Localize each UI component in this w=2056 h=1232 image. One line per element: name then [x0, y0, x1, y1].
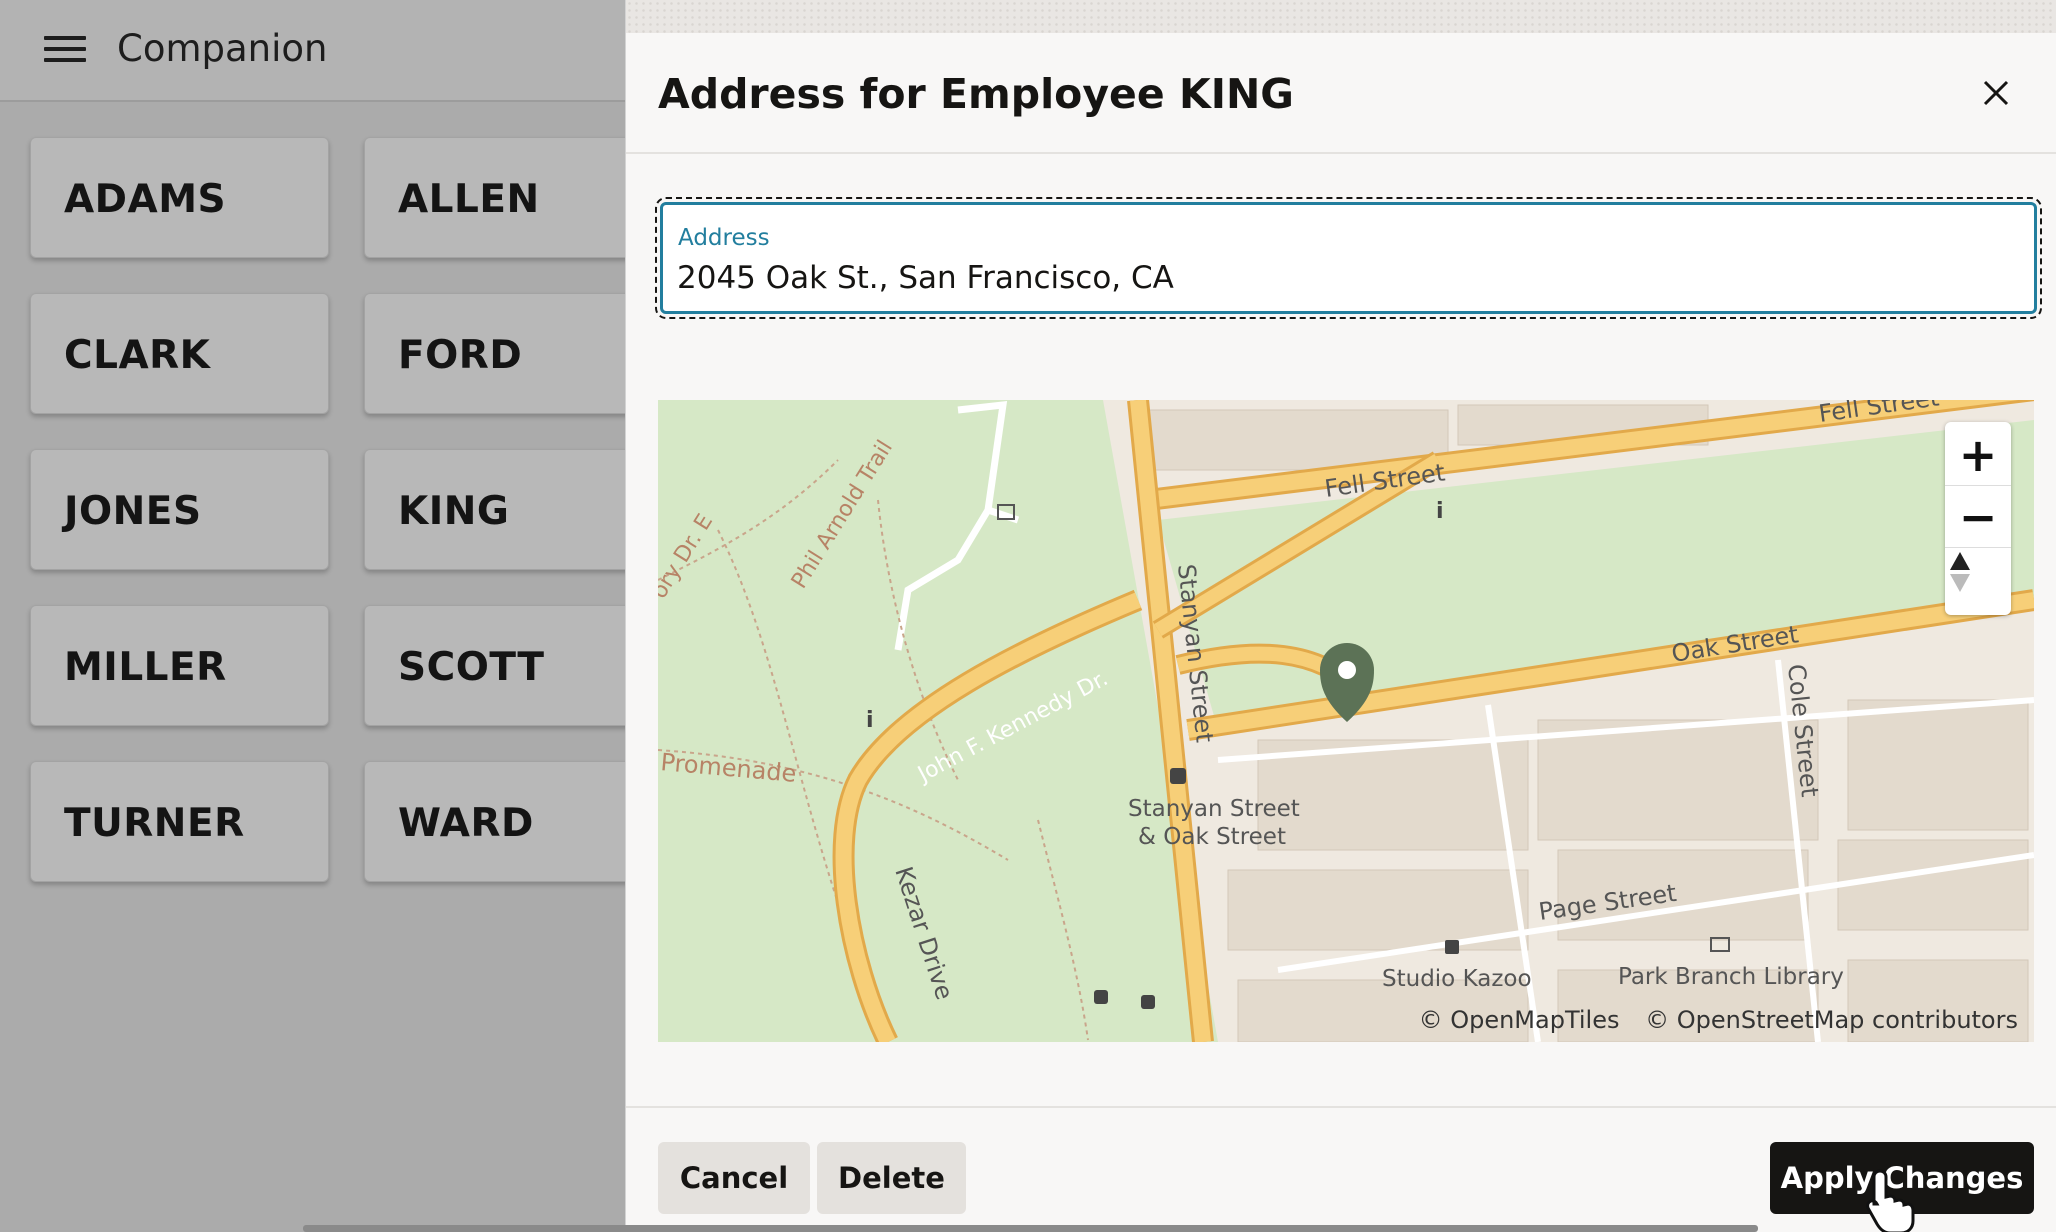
compass-icon[interactable] — [1945, 550, 2011, 612]
close-icon[interactable] — [1971, 68, 2021, 118]
employee-name: JONES — [64, 489, 202, 534]
info-icon: i — [1436, 499, 1444, 524]
address-field[interactable]: Address — [655, 197, 2042, 319]
hand-cursor-icon — [1866, 1169, 1915, 1232]
label-studio-kazoo: Studio Kazoo — [1382, 966, 1532, 992]
horizontal-scrollbar[interactable] — [303, 1225, 1758, 1232]
employee-card[interactable]: ALLEN — [364, 137, 663, 258]
employee-name: TURNER — [64, 801, 245, 846]
employee-card[interactable]: TURNER — [30, 761, 329, 882]
map-zoom-controls: + − — [1945, 422, 2011, 615]
dialog-top-strip — [626, 0, 2056, 33]
dialog-header: Address for Employee KING — [626, 33, 2056, 154]
shop-icon — [1445, 940, 1459, 954]
app-header: Companion — [0, 0, 700, 102]
dialog-footer: Cancel Delete Apply Changes — [626, 1106, 2056, 1232]
label-park-branch-library: Park Branch Library — [1618, 964, 1844, 990]
employee-name: ALLEN — [398, 177, 540, 222]
employee-name: MILLER — [64, 645, 227, 690]
employee-card[interactable]: ADAMS — [30, 137, 329, 258]
map-attribution: © OpenMapTiles © OpenStreetMap contribut… — [1401, 1006, 2018, 1034]
employee-name: ADAMS — [64, 177, 227, 222]
employee-name: SCOTT — [398, 645, 545, 690]
app-title: Companion — [117, 27, 328, 70]
employee-card[interactable]: FORD — [364, 293, 663, 414]
employee-card[interactable]: CLARK — [30, 293, 329, 414]
map-canvas: Fell Street Fell Street Oak Street Stany… — [658, 400, 2034, 1042]
employee-name: KING — [398, 489, 510, 534]
label-bus-stop: Stanyan Street — [1128, 796, 1300, 822]
address-input[interactable] — [677, 260, 2017, 296]
employee-name: WARD — [398, 801, 534, 846]
zoom-out-button[interactable]: − — [1945, 486, 2011, 548]
employee-card[interactable]: KING — [364, 449, 663, 570]
info-icon: i — [866, 708, 874, 733]
employee-card[interactable]: JONES — [30, 449, 329, 570]
employee-card[interactable]: WARD — [364, 761, 663, 882]
employee-card[interactable]: MILLER — [30, 605, 329, 726]
picnic-icon — [1141, 995, 1155, 1009]
dialog-title: Address for Employee KING — [658, 70, 1294, 118]
zoom-in-button[interactable]: + — [1945, 424, 2011, 486]
menu-icon[interactable] — [44, 36, 86, 62]
attribution-openmaptiles[interactable]: © OpenMapTiles — [1419, 1006, 1620, 1034]
attribution-openstreetmap[interactable]: © OpenStreetMap contributors — [1645, 1006, 2018, 1034]
picnic-icon — [1094, 990, 1108, 1004]
employee-name: FORD — [398, 333, 523, 378]
cancel-button[interactable]: Cancel — [658, 1142, 810, 1214]
address-label: Address — [678, 225, 770, 251]
map[interactable]: Fell Street Fell Street Oak Street Stany… — [658, 400, 2034, 1042]
employee-name: CLARK — [64, 333, 211, 378]
label-bus-stop-2: & Oak Street — [1138, 824, 1286, 850]
address-dialog: Address for Employee KING Address 2045 O… — [625, 0, 2056, 1232]
employee-card[interactable]: SCOTT — [364, 605, 663, 726]
bus-icon — [1170, 768, 1186, 784]
delete-button[interactable]: Delete — [817, 1142, 966, 1214]
